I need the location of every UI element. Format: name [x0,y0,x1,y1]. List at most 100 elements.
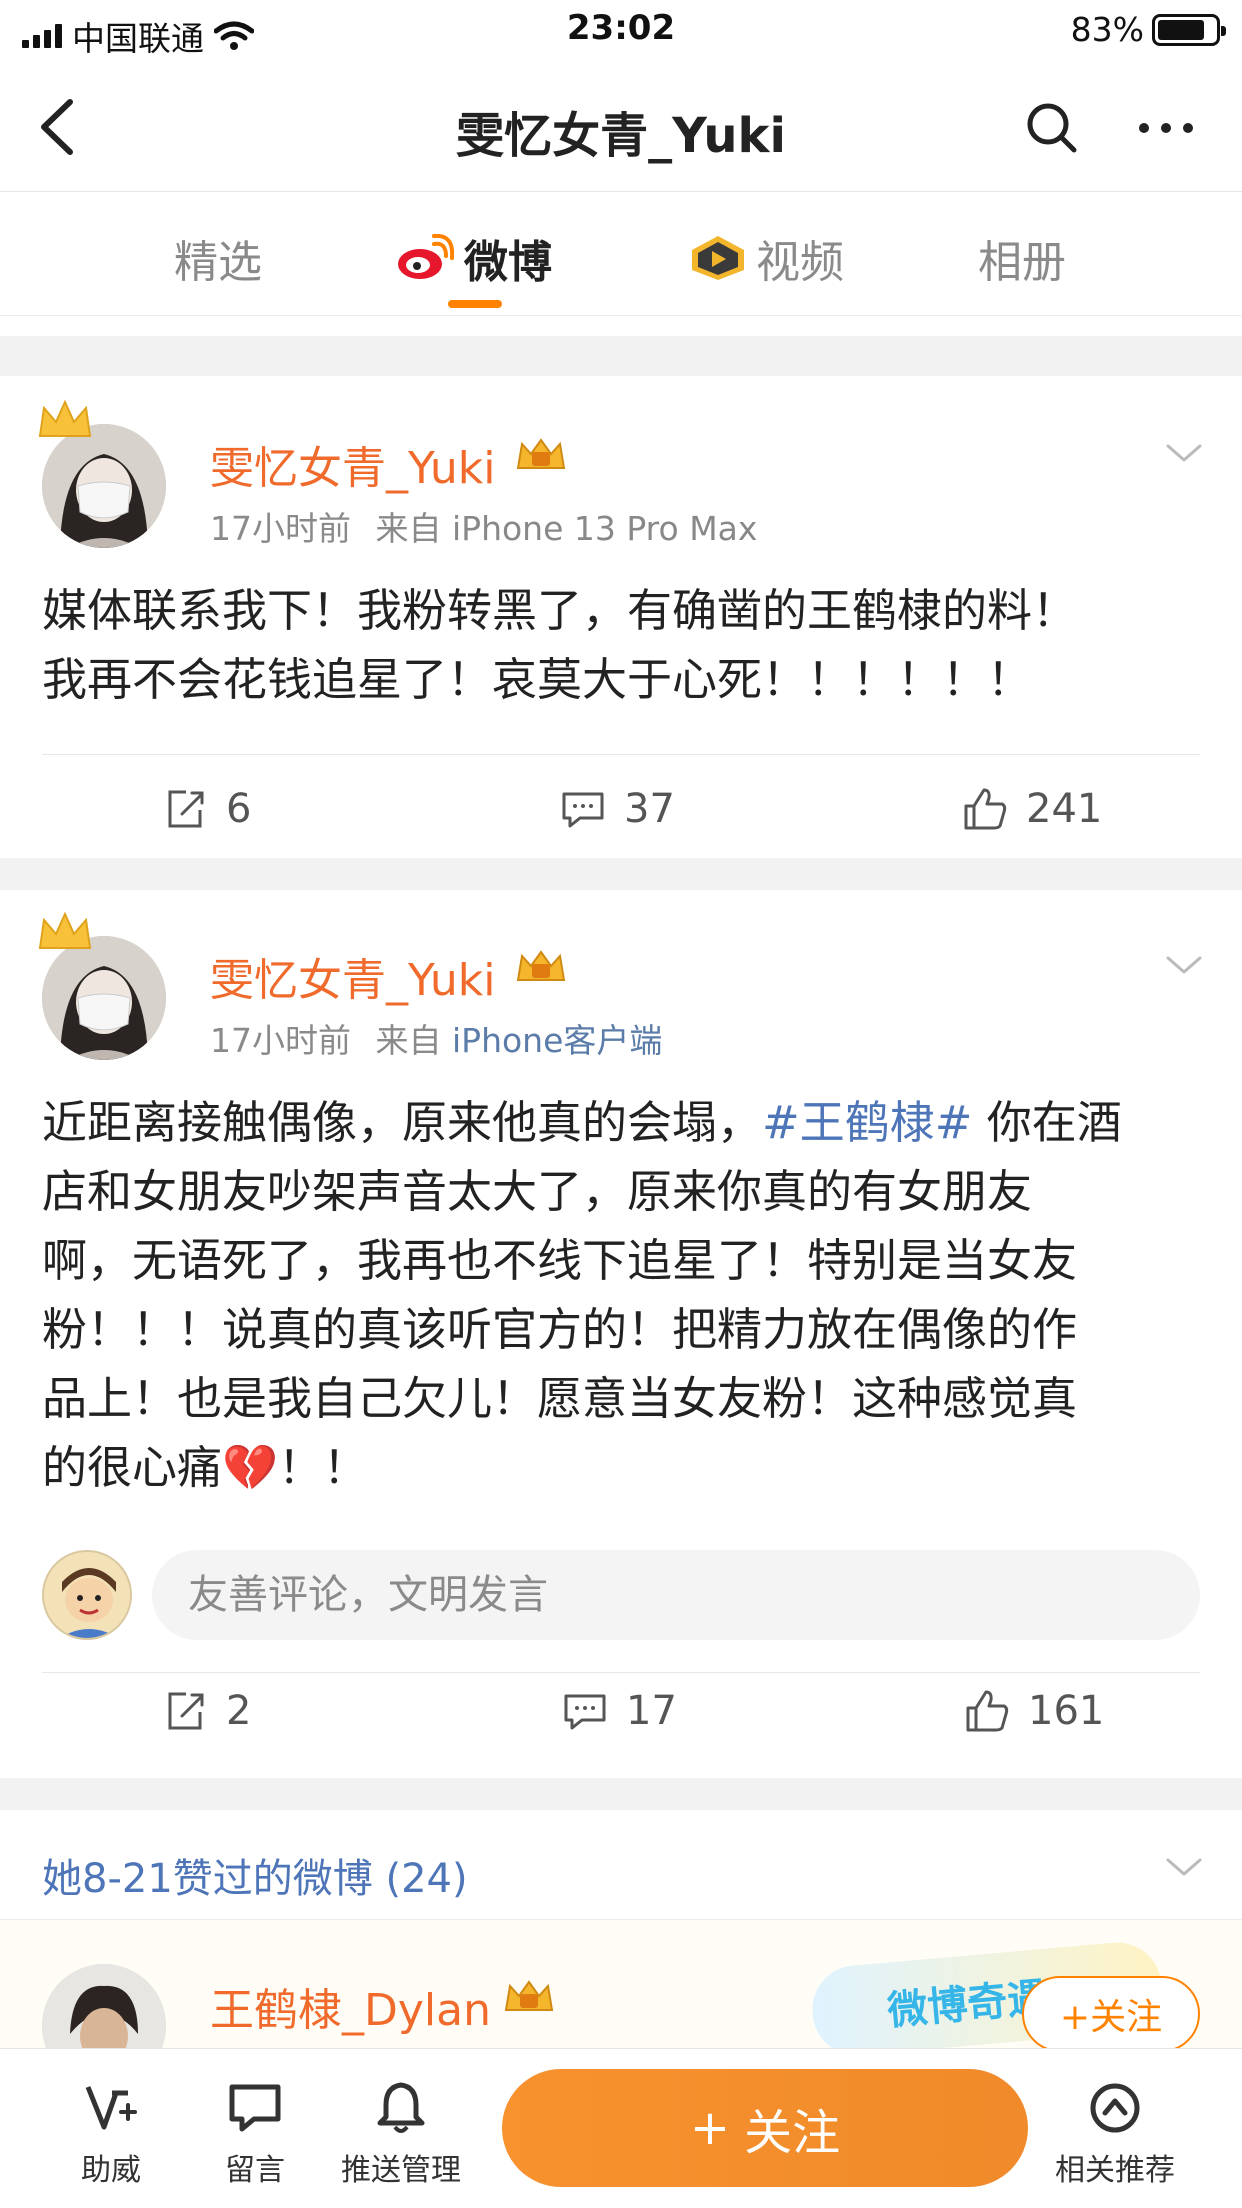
post-text-line: 粉！！！说真的真该听官方的！把精力放在偶像的作 [42,1303,1078,1356]
post-actions: 6 37 241 [0,786,1242,856]
tab-weibo[interactable]: 微博 [394,226,552,290]
post-actions: 2 17 161 [0,1688,1242,1758]
active-tab-indicator [448,300,502,308]
author-name[interactable]: 王鹤棣_Dylan [210,1974,491,2038]
plus-icon: + [689,2100,731,2156]
repost-button[interactable]: 6 [162,786,251,832]
post-text-segment: 近距离接触偶像，原来他真的会塌， [42,1096,763,1149]
comment-count: 17 [626,1688,677,1734]
battery-fill [1158,19,1205,40]
avatar[interactable] [42,424,166,548]
status-right: 83% [1070,10,1226,49]
repost-count: 6 [226,786,252,832]
liked-post-card[interactable]: 王鹤棣_Dylan 微博奇遇记 +关注 [0,1920,1242,2048]
comment-icon [562,792,604,828]
like-icon [964,788,1007,830]
liked-section-title: 她8-21赞过的微博 (24) [42,1856,468,1902]
broken-heart-emoji: 💔 [222,1441,279,1494]
post-text-segment: ！！ [278,1441,369,1494]
more-icon[interactable] [1134,98,1198,158]
bell-icon [377,2082,425,2133]
post-meta: 17小时前 来自 iPhone 13 Pro Max [210,502,757,550]
avatar[interactable] [42,1550,132,1640]
bottom-bar: 助威 留言 推送管理 + 关注 相关推荐 [0,2048,1242,2208]
push-settings-button[interactable]: 推送管理 [326,2079,476,2189]
post-text-segment: 的很心痛 [42,1441,223,1494]
comment-input[interactable]: 友善评论，文明发言 [152,1550,1200,1640]
recommend-icon [1090,2083,1140,2133]
post-card[interactable]: 雯忆女青_Yuki 17小时前 来自 iPhone客户端 近距离接触偶像，原来他… [0,890,1242,1778]
search-icon[interactable] [1022,98,1082,158]
chevron-down-icon[interactable] [1164,954,1204,978]
avatar-image [42,1964,166,2048]
author-name[interactable]: 雯忆女青_Yuki [210,944,495,1008]
post-time: 17小时前 [210,509,351,548]
post-text-line: 啊，无语死了，我再也不线下追星了！特别是当女友 [42,1234,1078,1287]
tab-label: 微博 [464,237,552,288]
tab-featured[interactable]: 精选 [174,226,262,290]
avatar[interactable] [42,1964,166,2048]
profile-tabs: 精选 微博 视频 相册 [0,192,1242,316]
nav-bar: 雯忆女青_Yuki [0,62,1242,192]
source-prefix: 来自 [375,509,442,548]
crown-icon [38,399,92,437]
cheer-icon [85,2086,137,2130]
post-text-line: 品上！也是我自己欠儿！愿意当女友粉！这种感觉真 [42,1372,1078,1425]
bottom-bar-label: 留言 [225,2153,285,2188]
author-name[interactable]: 雯忆女青_Yuki [210,432,495,496]
status-bar: 中国联通 23:02 83% [0,0,1242,62]
cheer-button[interactable]: 助威 [36,2079,186,2189]
video-icon [692,236,744,280]
post-source[interactable]: iPhone客户端 [452,1021,662,1060]
repost-count: 2 [226,1688,252,1734]
post-text: 媒体联系我下！我粉转黑了，有确凿的王鹤棣的料！ 我再不会花钱追星了！哀莫大于心死… [42,576,1202,714]
comment-button[interactable]: 37 [560,786,675,832]
post-text: 近距离接触偶像，原来他真的会塌，#王鹤棣# 你在酒 店和女朋友吵架声音太大了，原… [42,1088,1202,1502]
post-text-line: 店和女朋友吵架声音太大了，原来你真的有女朋友 [42,1165,1033,1218]
my-avatar-image [44,1552,130,1638]
post-card[interactable]: 雯忆女青_Yuki 17小时前 来自 iPhone 13 Pro Max 媒体联… [0,376,1242,858]
follow-small-label: +关注 [1059,1997,1163,2038]
crown-icon [38,911,92,949]
divider [42,754,1200,755]
tab-album[interactable]: 相册 [978,226,1066,290]
hashtag-link[interactable]: #王鹤棣# [762,1096,972,1149]
status-time: 23:02 [566,8,676,48]
comment-icon [564,1694,606,1730]
tab-label: 相册 [978,237,1066,288]
battery-icon [1152,13,1226,46]
post-text-line: 我再不会花钱追星了！哀莫大于心死！！！！！！ [42,653,1033,706]
comment-composer: 友善评论，文明发言 [0,1546,1242,1642]
bottom-bar-label: 相关推荐 [1055,2153,1175,2188]
vip-icon[interactable] [502,1978,556,2018]
message-button[interactable]: 留言 [180,2079,330,2189]
avatar[interactable] [42,936,166,1060]
liked-section-header[interactable]: 她8-21赞过的微博 (24) [0,1810,1242,1920]
like-button[interactable]: 241 [962,786,1102,832]
chevron-down-icon[interactable] [1164,1856,1204,1880]
bottom-bar-label: 推送管理 [341,2153,461,2188]
post-text-segment: 你在酒 [972,1096,1122,1149]
like-count: 161 [1028,1688,1105,1734]
follow-button[interactable]: + 关注 [502,2069,1028,2187]
spacer [0,316,1242,336]
vip-icon[interactable] [514,436,568,476]
divider [42,1672,1200,1673]
like-button[interactable]: 161 [964,1688,1104,1734]
chevron-down-icon[interactable] [1164,442,1204,466]
tab-video[interactable]: 视频 [690,226,844,290]
post-text-line: 的很心痛💔！！ [42,1433,1202,1502]
related-recommend-button[interactable]: 相关推荐 [1040,2079,1190,2189]
section-gap [0,336,1242,376]
bottom-bar-label: 助威 [81,2153,141,2188]
post-source: iPhone 13 Pro Max [452,509,758,548]
vip-icon[interactable] [514,948,568,988]
comment-count: 37 [624,786,675,832]
battery-percent: 83% [1070,10,1144,49]
comment-button[interactable]: 17 [562,1688,677,1734]
repost-button[interactable]: 2 [162,1688,251,1734]
section-gap [0,1778,1242,1810]
source-prefix: 来自 [375,1021,442,1060]
follow-small-button[interactable]: +关注 [1022,1976,1200,2048]
weibo-icon [398,234,454,279]
